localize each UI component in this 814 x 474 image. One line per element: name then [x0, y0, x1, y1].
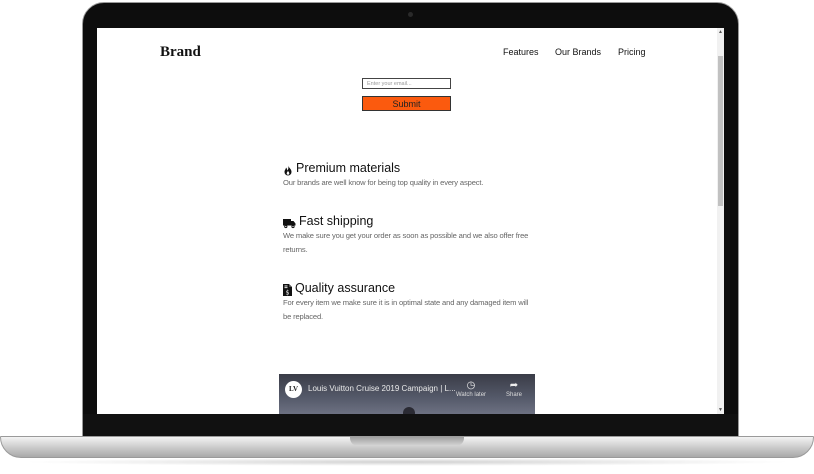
nav-our-brands[interactable]: Our Brands	[555, 47, 601, 57]
watch-later-button[interactable]: ◷ Watch later	[454, 380, 488, 398]
feature-heading: $ Quality assurance	[283, 281, 533, 296]
feature-description: Our brands are well know for being top q…	[283, 178, 484, 187]
feature-heading: Fast shipping	[283, 214, 533, 228]
brand-logo[interactable]: Brand	[160, 44, 201, 61]
feature-fast-shipping: Fast shipping We make sure you get your …	[283, 214, 533, 256]
scroll-down-icon[interactable]: ▼	[718, 407, 723, 413]
email-input[interactable]	[362, 78, 451, 89]
video-title[interactable]: Louis Vuitton Cruise 2019 Campaign | L..…	[308, 384, 456, 393]
feature-title: Premium materials	[296, 161, 401, 175]
share-icon: ➦	[509, 380, 519, 391]
feature-title: Fast shipping	[299, 214, 374, 228]
video-thumbnail-figure	[403, 407, 415, 414]
scrollbar[interactable]: ▲ ▼	[717, 28, 724, 414]
share-button[interactable]: ➦ Share	[497, 380, 531, 398]
camera	[408, 12, 413, 17]
share-label: Share	[505, 392, 522, 398]
screen: Brand Features Our Brands Pricing Submit…	[97, 28, 724, 414]
scroll-up-icon[interactable]: ▲	[718, 29, 723, 35]
nav-pricing[interactable]: Pricing	[618, 47, 646, 57]
laptop-notch	[350, 436, 464, 446]
feature-title: Quality assurance	[295, 281, 396, 295]
feature-description: For every item we make sure it is in opt…	[283, 298, 529, 321]
watch-later-label: Watch later	[455, 392, 487, 398]
submit-button[interactable]: Submit	[362, 96, 451, 111]
feature-premium-materials: Premium materials Our brands are well kn…	[283, 161, 533, 190]
laptop-shadow	[20, 458, 794, 466]
fire-icon	[283, 163, 293, 175]
scrollbar-thumb[interactable]	[718, 56, 723, 206]
video-embed[interactable]: LV Louis Vuitton Cruise 2019 Campaign | …	[279, 374, 535, 414]
truck-icon	[283, 216, 296, 228]
feature-heading: Premium materials	[283, 161, 533, 175]
feature-description: We make sure you get your order as soon …	[283, 231, 529, 254]
channel-logo[interactable]: LV	[285, 381, 302, 398]
nav-features[interactable]: Features	[503, 47, 539, 57]
laptop-chin	[83, 414, 738, 436]
clock-icon: ◷	[466, 380, 476, 391]
svg-text:$: $	[286, 289, 290, 296]
feature-quality-assurance: $ Quality assurance For every item we ma…	[283, 281, 533, 323]
file-invoice-icon: $	[283, 283, 292, 296]
